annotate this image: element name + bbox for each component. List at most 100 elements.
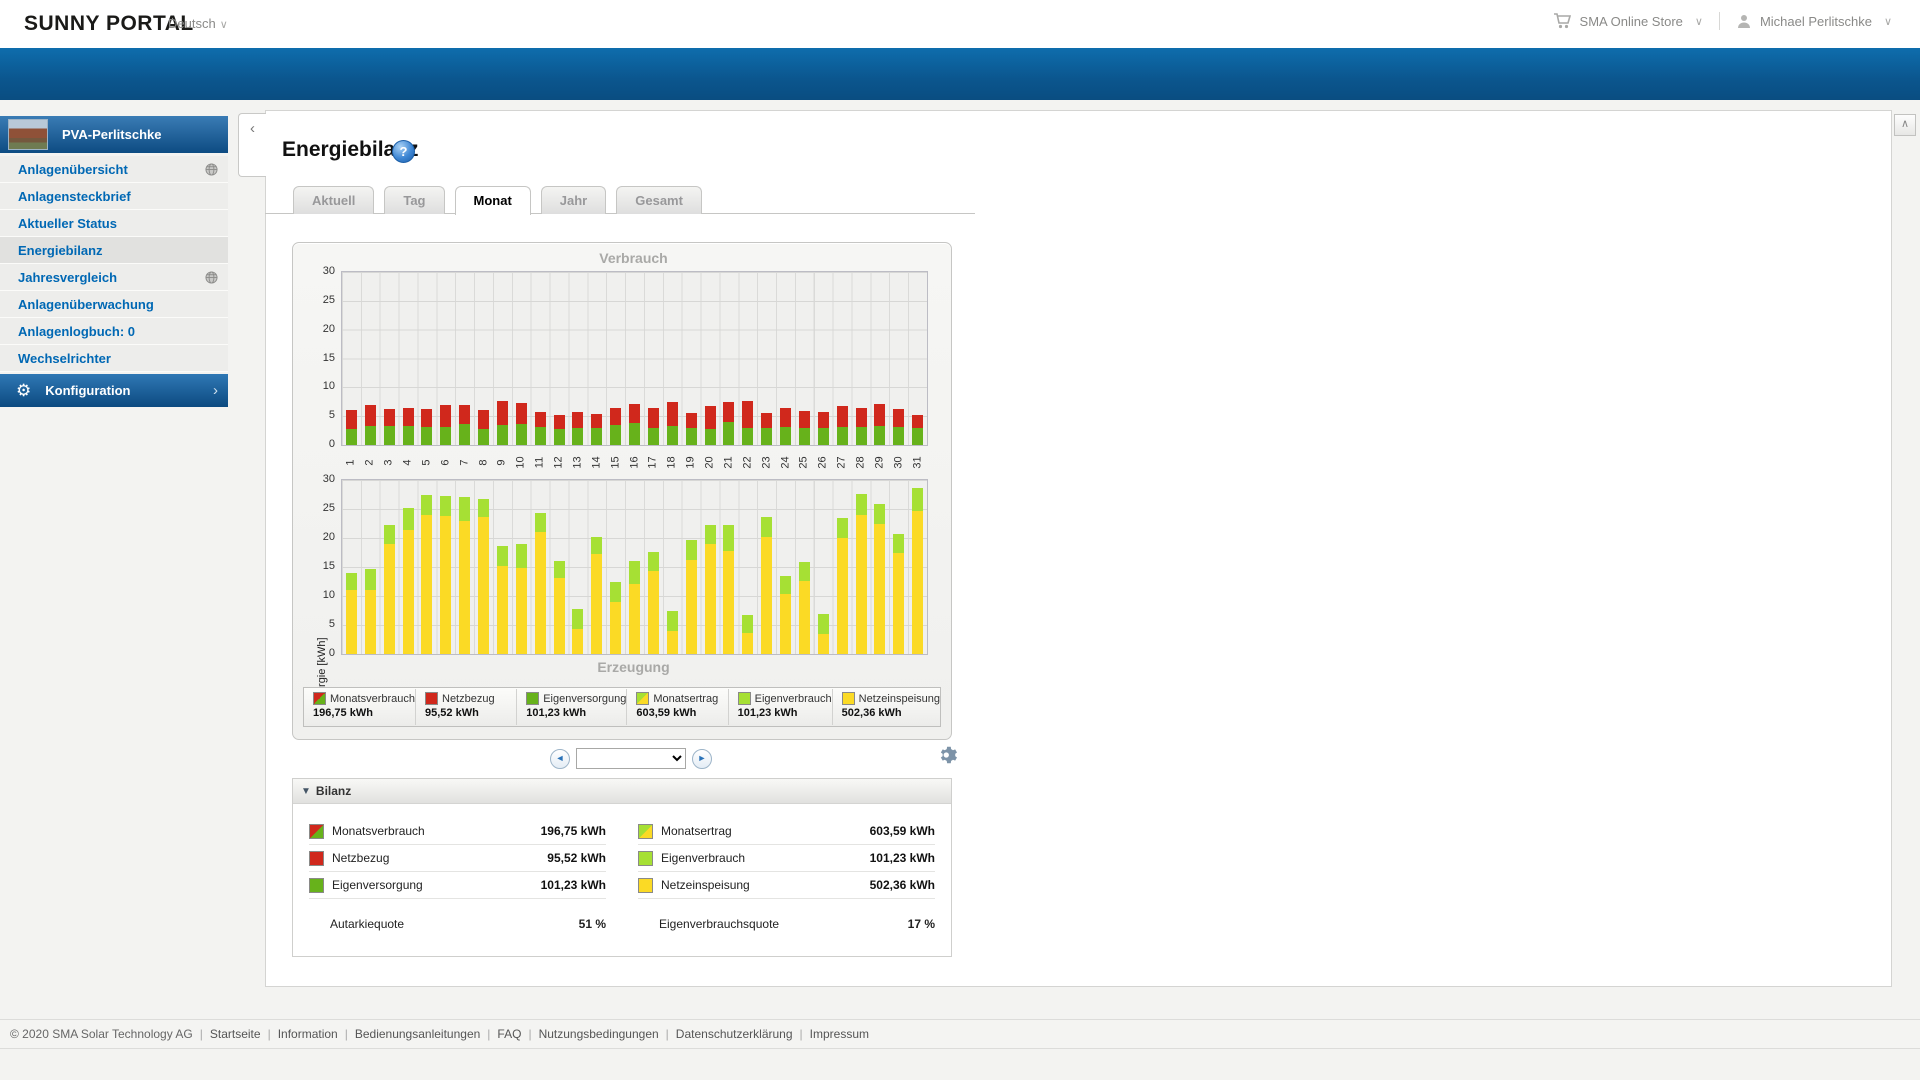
bar-segment-eigenverbrauch: [837, 518, 848, 538]
bar-segment-eigenversorgung: [837, 427, 848, 446]
sidebar-item-3[interactable]: Aktueller Status: [0, 210, 228, 237]
bilanz-row-netzeinspeisung: Netzeinspeisung502,36 kWh: [638, 872, 935, 899]
bar-segment-eigenversorgung: [723, 422, 734, 445]
bar-segment-netzbezug: [535, 412, 546, 428]
bar-segment-netzeinspeisung: [667, 631, 678, 654]
bar-segment-netzbezug: [440, 405, 451, 427]
sidebar-item-1[interactable]: Anlagenübersicht: [0, 156, 228, 183]
footer-link-impressum[interactable]: Impressum: [810, 1027, 869, 1041]
bar-segment-netzeinspeisung: [516, 568, 527, 654]
legend-label: Eigenverbrauch: [755, 693, 832, 705]
bilanz-quote-value: 51 %: [579, 917, 606, 931]
sidebar-item-2[interactable]: Anlagensteckbrief: [0, 183, 228, 210]
sidebar-collapse-button[interactable]: ‹: [238, 113, 266, 177]
footer-links: |Startseite|Information|Bedienungsanleit…: [193, 1027, 869, 1041]
sidebar-item-7[interactable]: Anlagenlogbuch: 0: [0, 318, 228, 345]
bilanz-row-label: Monatsertrag: [661, 824, 862, 838]
bar-segment-netzeinspeisung: [874, 524, 885, 654]
bar-segment-eigenversorgung: [554, 429, 565, 445]
bar-day-6: [440, 405, 451, 445]
bar-day-8: [478, 410, 489, 445]
sidebar-item-label: Wechselrichter: [0, 351, 228, 366]
sidebar-item-8[interactable]: Wechselrichter: [0, 345, 228, 372]
bar-segment-eigenversorgung: [346, 429, 357, 445]
top-right-menu: SMA Online Store ∨ Michael Perlitschke ∨: [1553, 12, 1892, 30]
bar-day-13: [572, 412, 583, 445]
bar-segment-netzeinspeisung: [478, 517, 489, 654]
month-select[interactable]: [576, 748, 686, 769]
next-month-button[interactable]: ►: [692, 749, 712, 769]
bar-day-2: [365, 569, 376, 654]
tab-jahr[interactable]: Jahr: [541, 186, 606, 214]
bilanz-quote-label: Eigenverbrauchsquote: [638, 917, 908, 931]
sidebar-menu: AnlagenübersichtAnlagensteckbriefAktuell…: [0, 156, 228, 372]
bar-segment-netzbezug: [516, 403, 527, 424]
legend-swatch-yellow_green: [636, 692, 649, 705]
previous-month-button[interactable]: ◄: [550, 749, 570, 769]
bar-segment-eigenversorgung: [516, 424, 527, 445]
footer-link-bedienungsanleitungen[interactable]: Bedienungsanleitungen: [355, 1027, 480, 1041]
footer-link-startseite[interactable]: Startseite: [210, 1027, 261, 1041]
bilanz-row-value: 603,59 kWh: [870, 824, 935, 838]
bar-day-4: [403, 408, 414, 446]
bar-segment-netzbezug: [686, 413, 697, 429]
bar-segment-eigenverbrauch: [535, 513, 546, 532]
bilanz-quote-row: Autarkiequote51 %: [309, 911, 606, 937]
chevron-down-icon: ∨: [1695, 15, 1703, 28]
store-link[interactable]: SMA Online Store: [1580, 14, 1683, 29]
bilanz-row-label: Eigenversorgung: [332, 878, 533, 892]
legend-swatch-green: [526, 692, 539, 705]
bilanz-quote-row: Eigenverbrauchsquote17 %: [638, 911, 935, 937]
bar-day-23: [761, 413, 772, 445]
sidebar-plant-header[interactable]: PVA-Perlitschke: [0, 116, 228, 153]
legend-label: Eigenversorgung: [543, 693, 626, 705]
bar-day-24: [780, 408, 791, 445]
bar-segment-netzeinspeisung: [837, 538, 848, 654]
y-tick-label: 30: [301, 473, 335, 485]
footer-link-faq[interactable]: FAQ: [497, 1027, 521, 1041]
bar-day-2: [365, 405, 376, 445]
bar-segment-eigenversorgung: [893, 427, 904, 445]
bar-day-7: [459, 405, 470, 445]
tab-monat[interactable]: Monat: [455, 186, 531, 215]
footer-link-datenschutzerklärung[interactable]: Datenschutzerklärung: [676, 1027, 793, 1041]
bar-day-20: [705, 406, 716, 445]
bar-segment-netzeinspeisung: [629, 584, 640, 654]
tab-aktuell[interactable]: Aktuell: [293, 186, 374, 214]
bilanz-row-value: 502,36 kWh: [870, 878, 935, 892]
bilanz-row-netzbezug: Netzbezug95,52 kWh: [309, 845, 606, 872]
bilanz-quote-value: 17 %: [908, 917, 935, 931]
chart-settings-icon[interactable]: [936, 744, 958, 766]
bar-day-11: [535, 412, 546, 445]
legend-label-row: Eigenversorgung: [526, 692, 626, 705]
sidebar-item-konfiguration[interactable]: ⚙ Konfiguration ›: [0, 374, 228, 407]
bar-segment-netzbezug: [365, 405, 376, 426]
tab-gesamt[interactable]: Gesamt: [616, 186, 702, 214]
sidebar-item-6[interactable]: Anlagenüberwachung: [0, 291, 228, 318]
bar-day-30: [893, 534, 904, 654]
bar-segment-eigenverbrauch: [497, 546, 508, 567]
bilanz-quote-label: Autarkiequote: [309, 917, 579, 931]
legend-label-row: Netzbezug: [425, 692, 516, 705]
sidebar-item-5[interactable]: Jahresvergleich: [0, 264, 228, 291]
bar-segment-netzbezug: [384, 409, 395, 426]
language-selector[interactable]: Deutsch∨: [168, 16, 228, 31]
sidebar-item-label: Jahresvergleich: [0, 270, 205, 285]
footer-link-information[interactable]: Information: [278, 1027, 338, 1041]
user-menu[interactable]: Michael Perlitschke: [1760, 14, 1872, 29]
legend-item-monatsertrag: Monatsertrag603,59 kWh: [626, 689, 727, 725]
collapse-caret-icon: ▼: [301, 786, 311, 797]
bilanz-title: Bilanz: [316, 784, 351, 798]
bar-segment-eigenversorgung: [629, 423, 640, 446]
bilanz-header[interactable]: ▼ Bilanz: [293, 779, 951, 804]
bar-segment-netzeinspeisung: [912, 511, 923, 654]
help-icon[interactable]: ?: [392, 140, 415, 163]
legend-swatch-light_green: [738, 692, 751, 705]
footer-link-nutzungsbedingungen[interactable]: Nutzungsbedingungen: [539, 1027, 659, 1041]
sidebar-item-4[interactable]: Energiebilanz: [0, 237, 228, 264]
tab-tag[interactable]: Tag: [384, 186, 444, 214]
bar-segment-eigenverbrauch: [912, 488, 923, 511]
scroll-up-button[interactable]: ∧: [1894, 114, 1916, 136]
legend-label: Monatsverbrauch: [330, 693, 415, 705]
chevron-down-icon: ∨: [1884, 15, 1892, 28]
